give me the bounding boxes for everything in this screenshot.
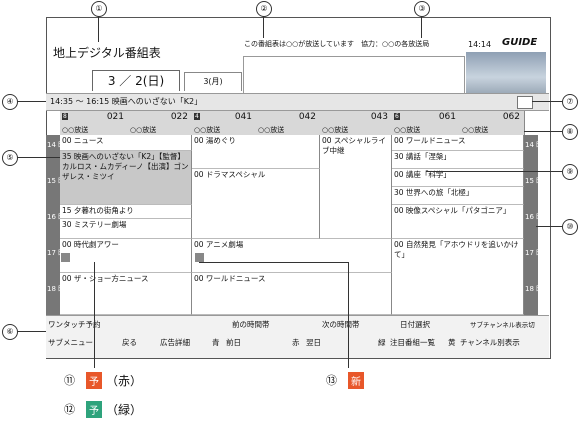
leader-line <box>348 262 349 368</box>
program-cell[interactable]: 15 夕暮れの街角より <box>60 205 192 219</box>
channel-header[interactable]: 6 061 ○○放送 <box>392 111 461 135</box>
footer-prev-time[interactable]: 前の時間帯 <box>232 319 270 330</box>
hour-label: 14 時 <box>525 141 544 149</box>
footer-next-time[interactable]: 次の時間帯 <box>322 319 360 330</box>
leader-line <box>94 262 95 368</box>
footer-blue-key: 青 <box>212 338 220 347</box>
callout-1: ① <box>91 1 107 17</box>
reservation-green-mark: 予 <box>86 401 102 418</box>
footer-channel-view[interactable]: チャンネル別表示 <box>460 337 520 348</box>
channel-header[interactable]: 043 ○○放送 <box>320 111 393 135</box>
program-cell[interactable]: 00 湯めぐり <box>192 135 320 169</box>
channel-header[interactable]: 4 041 ○○放送 <box>192 111 257 135</box>
selected-program-text: 14:35 ～ 16:15 映画へのいざない「K2」 <box>50 97 203 106</box>
leader-line <box>17 101 46 102</box>
broadcast-notice: この番組表は○○が放送しています 協力：○○の各放送局 <box>244 40 430 48</box>
program-info-icon[interactable] <box>517 96 533 109</box>
footer-subchannel[interactable]: サブチャンネル表示切 <box>470 319 535 329</box>
channel-header[interactable]: 8 021 ○○放送 <box>60 111 129 135</box>
reservation-red-mark: 予 <box>86 372 102 389</box>
preview-image <box>466 52 546 94</box>
leader-line <box>17 157 60 158</box>
guide-logo: GUIDE <box>502 37 538 48</box>
hour-label: 17 時 <box>525 249 544 257</box>
channel-header[interactable]: 022 ○○放送 <box>128 111 193 135</box>
program-cell[interactable]: 00 ドラマスペシャル <box>192 169 320 239</box>
leader-line <box>98 16 99 42</box>
legend-color-red: （赤） <box>106 374 143 388</box>
program-cell[interactable]: 30 講話「涅槃」 <box>392 151 524 169</box>
footer-yellow-key: 黄 <box>448 338 456 347</box>
channel-header[interactable]: 062 ○○放送 <box>460 111 525 135</box>
legend-num-12: ⑫ <box>64 403 75 416</box>
callout-6: ⑥ <box>2 324 18 340</box>
selected-program-bar: 14:35 ～ 16:15 映画へのいざない「K2」 <box>46 93 549 111</box>
legend-num-13: ⑬ <box>326 374 337 387</box>
leader-line <box>426 171 562 172</box>
footer-red-key: 赤 <box>292 338 300 347</box>
date-tab-next[interactable]: 3(月) <box>184 72 242 91</box>
program-cell[interactable]: 00 自然発見「アホウドリを追いかけて」 <box>392 239 524 315</box>
clock: 14:14 <box>468 40 492 49</box>
date-tab-active[interactable]: 3 ／ 2(日) <box>92 70 180 91</box>
program-cell[interactable]: 30 ミステリー劇場 <box>60 219 192 239</box>
hour-label: 18 時 <box>525 285 544 293</box>
program-cell[interactable]: 00 時代劇アワー <box>60 239 192 273</box>
hour-label: 15 時 <box>525 177 544 185</box>
callout-2: ② <box>256 1 272 17</box>
footer-back[interactable]: 戻る <box>122 337 137 348</box>
program-cell-selected[interactable]: 35 映画へのいざない「K2」【監督】カルロス・ムカディーノ【出演】ゴンザレス・… <box>60 151 192 205</box>
callout-10: ⑩ <box>562 219 578 235</box>
channel-header[interactable]: 042 ○○放送 <box>256 111 321 135</box>
program-cell[interactable]: 00 ワールドニュース <box>192 273 392 315</box>
leader-line <box>263 16 264 38</box>
ad-area[interactable] <box>243 56 465 94</box>
program-cell[interactable]: 00 アニメ劇場 <box>192 239 392 273</box>
program-cell[interactable]: 00 ニュース <box>60 135 192 151</box>
program-cell[interactable]: 00 映像スペシャル「パタゴニア」 <box>392 205 524 239</box>
callout-5: ⑤ <box>2 150 18 166</box>
program-cell[interactable]: 30 世界への旅「北極」 <box>392 187 524 205</box>
leader-line <box>199 262 349 263</box>
new-program-mark: 新 <box>348 372 364 389</box>
callout-4: ④ <box>2 94 18 110</box>
callout-9: ⑨ <box>562 164 578 180</box>
leader-line <box>524 131 562 132</box>
footer-featured[interactable]: 注目番組一覧 <box>390 337 435 348</box>
leader-line <box>17 331 46 332</box>
leader-line <box>532 101 562 102</box>
leader-line <box>536 226 562 227</box>
leader-line <box>421 16 422 38</box>
callout-8: ⑧ <box>562 124 578 140</box>
new-program-icon <box>195 253 204 262</box>
footer-next-day[interactable]: 翌日 <box>306 337 321 348</box>
footer-one-touch[interactable]: ワンタッチ予約 <box>48 319 101 330</box>
screen-title: 地上デジタル番組表 <box>53 46 161 60</box>
legend-num-11: ⑪ <box>64 374 75 387</box>
program-cell[interactable]: 00 スペシャルライブ中継 <box>320 135 392 239</box>
program-cell[interactable]: 00 ザ・ショー方ニュース <box>60 273 192 315</box>
footer-prev-day[interactable]: 前日 <box>226 337 241 348</box>
hour-label: 16 時 <box>525 213 544 221</box>
reservation-icon <box>61 253 70 262</box>
footer-submenu[interactable]: サブメニュー <box>48 337 93 348</box>
footer-ad-detail[interactable]: 広告詳細 <box>160 337 190 348</box>
program-cell[interactable]: 00 ワールドニュース <box>392 135 524 151</box>
callout-7: ⑦ <box>562 94 578 110</box>
callout-3: ③ <box>414 1 430 17</box>
footer-date-select[interactable]: 日付選択 <box>400 319 430 330</box>
footer-green-key: 緑 <box>378 338 386 347</box>
legend-color-green: （緑） <box>106 403 143 417</box>
